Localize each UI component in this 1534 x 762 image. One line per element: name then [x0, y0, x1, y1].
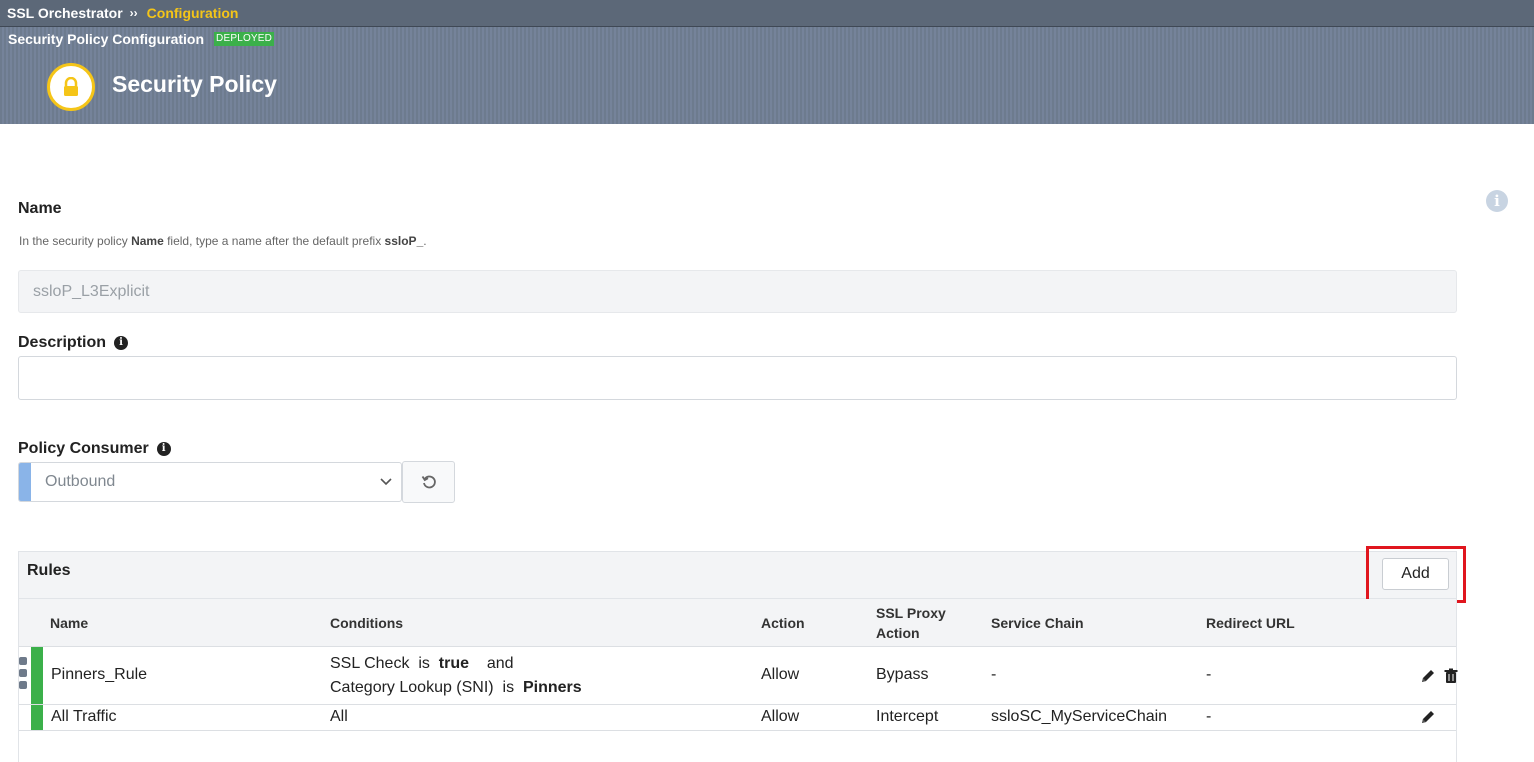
rule-conditions: All	[330, 708, 348, 725]
column-header-service-chain[interactable]: Service Chain	[991, 613, 1084, 633]
table-row[interactable]: Pinners_Rule SSL Check is true and Categ…	[19, 647, 1459, 705]
condition-line: Category Lookup (SNI) is Pinners	[330, 676, 582, 700]
help-text-bold: ssloP_	[384, 234, 424, 248]
page-header: Security Policy Configuration DEPLOYED S…	[0, 27, 1534, 124]
rule-name: Pinners_Rule	[51, 666, 148, 683]
status-badge: DEPLOYED	[214, 32, 275, 46]
help-text-part: In the security policy	[19, 234, 132, 248]
name-label-text: Name	[18, 200, 62, 217]
policy-consumer-select[interactable]: Outbound	[18, 462, 402, 502]
condition-operator: is	[418, 655, 430, 672]
select-accent	[19, 463, 31, 501]
policy-consumer-label-text: Policy Consumer	[18, 440, 149, 457]
rule-service-chain: ssloSC_MyServiceChain	[991, 708, 1168, 725]
condition-joiner: and	[486, 655, 514, 672]
policy-consumer-label: Policy Consumer i	[18, 440, 171, 458]
rule-action: Allow	[761, 708, 800, 725]
column-header-line: Action	[876, 625, 920, 641]
rule-action: Allow	[761, 666, 800, 683]
rules-title: Rules	[27, 562, 71, 579]
column-header-ssl-proxy-action[interactable]: SSL Proxy Action	[876, 603, 946, 643]
breadcrumb-separator: ››	[129, 6, 138, 20]
delete-trash-icon[interactable]	[1443, 668, 1459, 684]
description-input[interactable]	[18, 356, 1457, 400]
name-field-value: ssloP_L3Explicit	[33, 282, 150, 300]
chevron-down-icon	[371, 473, 401, 491]
rule-conditions: SSL Check is true and Category Lookup (S…	[330, 652, 582, 700]
column-header-conditions[interactable]: Conditions	[330, 613, 403, 633]
page-subtitle-row: Security Policy Configuration DEPLOYED	[8, 31, 275, 47]
condition-value: true	[438, 655, 470, 672]
name-label: Name	[18, 200, 62, 218]
lock-icon	[47, 63, 95, 111]
add-rule-button[interactable]: Add	[1382, 558, 1449, 590]
description-label: Description i	[18, 334, 129, 352]
condition-operator: is	[502, 679, 515, 696]
policy-consumer-info-icon[interactable]: i	[156, 442, 171, 456]
help-text-bold: Name	[131, 234, 164, 248]
rule-name: All Traffic	[51, 708, 117, 725]
rule-ssl-proxy-action: Bypass	[876, 666, 929, 683]
rules-table: Name Conditions Action SSL Proxy Action …	[18, 599, 1459, 762]
refresh-icon	[421, 475, 436, 489]
rule-ssl-proxy-action: Intercept	[876, 708, 939, 725]
help-text-part: .	[423, 234, 427, 248]
column-header-line: SSL Proxy	[876, 605, 946, 621]
rules-header: Rules	[18, 551, 1457, 599]
rule-redirect-url: -	[1206, 708, 1212, 725]
condition-value: Pinners	[522, 679, 582, 696]
breadcrumb-current[interactable]: Configuration	[147, 5, 239, 21]
condition-line: SSL Check is true and	[330, 652, 582, 676]
column-header-name[interactable]: Name	[50, 613, 88, 633]
table-header: Name Conditions Action SSL Proxy Action …	[19, 599, 1456, 647]
rule-redirect-url: -	[1206, 666, 1212, 683]
breadcrumb: SSL Orchestrator ›› Configuration	[0, 0, 1534, 27]
column-header-redirect-url[interactable]: Redirect URL	[1206, 613, 1295, 633]
name-help-text: In the security policy Name field, type …	[19, 234, 427, 248]
help-text-part: field, type a name after the default pre…	[163, 234, 385, 248]
rule-status-bar	[31, 705, 43, 730]
rule-status-bar	[31, 647, 43, 704]
condition-field: Category Lookup (SNI)	[330, 679, 494, 696]
edit-pencil-icon[interactable]	[1420, 709, 1436, 725]
edit-pencil-icon[interactable]	[1420, 668, 1436, 684]
page-title: Security Policy	[112, 71, 277, 97]
table-row[interactable]: All Traffic All Allow Intercept ssloSC_M…	[19, 705, 1456, 731]
help-info-icon[interactable]: i	[1486, 190, 1508, 212]
page-subtitle: Security Policy Configuration	[8, 31, 205, 47]
condition-field: SSL Check	[330, 655, 410, 672]
rule-service-chain: -	[991, 666, 997, 683]
description-info-icon[interactable]: i	[114, 336, 129, 350]
policy-consumer-value: Outbound	[45, 473, 116, 490]
name-field: ssloP_L3Explicit	[18, 270, 1457, 313]
column-header-action[interactable]: Action	[761, 613, 805, 633]
breadcrumb-app[interactable]: SSL Orchestrator	[7, 5, 123, 21]
description-label-text: Description	[18, 334, 107, 351]
drag-handle[interactable]	[19, 657, 28, 693]
reset-button[interactable]	[402, 461, 455, 503]
